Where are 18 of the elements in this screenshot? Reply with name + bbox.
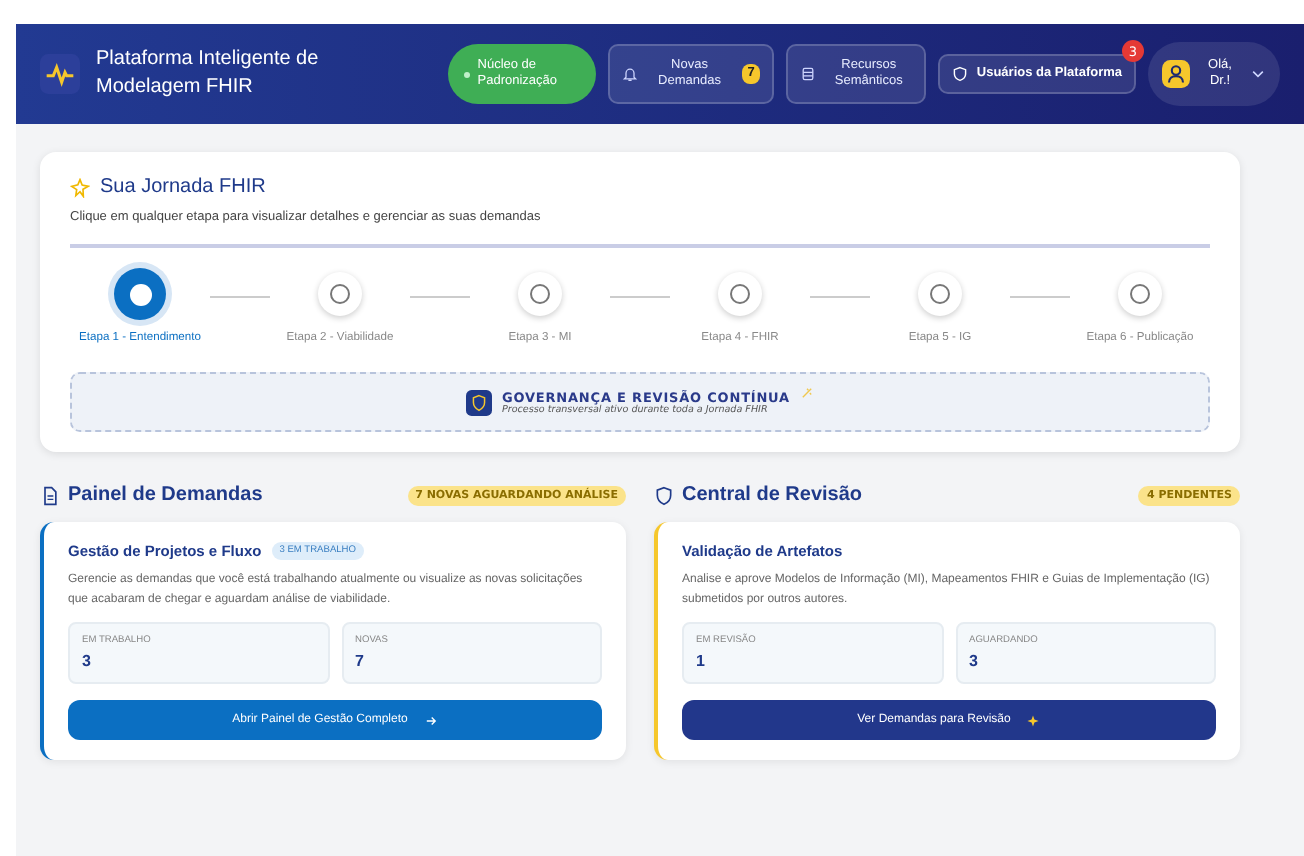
document-icon — [40, 485, 60, 505]
stat-value: 3 — [969, 652, 980, 671]
stat-value: 7 — [355, 652, 366, 671]
app-title: Plataforma Inteligente de Modelagem FHIR — [96, 46, 321, 102]
journey-title: Sua Jornada FHIR — [100, 176, 266, 198]
bell-icon — [621, 66, 638, 82]
panel-title: Painel de Demandas — [68, 484, 265, 506]
database-icon — [800, 66, 817, 82]
arrow-icon — [423, 713, 438, 728]
chevron-icon — [1250, 66, 1266, 82]
stat-value: 3 — [82, 652, 93, 671]
pulse-icon — [40, 54, 80, 94]
shield-icon — [654, 485, 674, 505]
shield-icon — [466, 389, 492, 415]
panel-title: Central de Revisão — [682, 484, 865, 506]
stat-value: 1 — [696, 652, 707, 671]
shield-icon — [952, 66, 969, 82]
avatar-icon — [1162, 60, 1190, 88]
